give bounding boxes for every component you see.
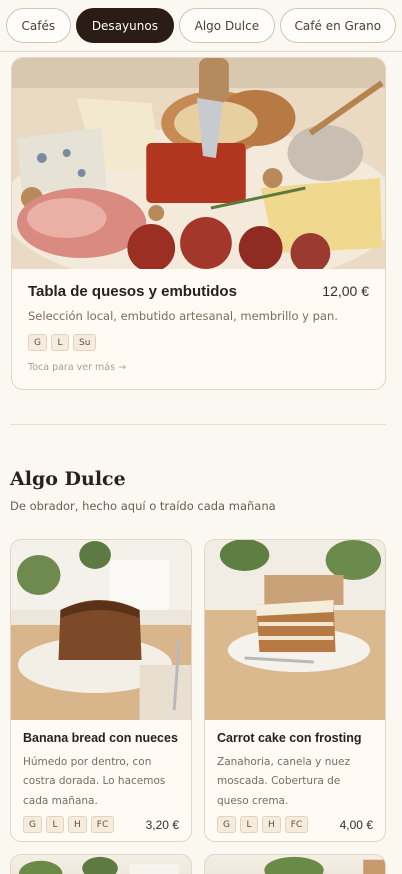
featured-product-info: Tabla de quesos y embutidos 12,00 € Sele… (12, 269, 385, 373)
tab-cafe-en-grano[interactable]: Café en Grano (279, 8, 396, 43)
tab-desayunos[interactable]: Desayunos (75, 8, 175, 43)
product-card-partial[interactable] (10, 854, 192, 874)
allergen-tag: Su (72, 334, 97, 351)
product-price: 3,20 € (145, 817, 179, 832)
product-title: Tabla de quesos y embutidos (28, 283, 237, 300)
tab-cafes[interactable]: Cafés (6, 8, 71, 43)
allergen-tag: H (67, 816, 87, 833)
allergen-tag: FC (90, 816, 115, 833)
section-subtitle: De obrador, hecho aquí o traído cada mañ… (10, 499, 276, 513)
product-price: 12,00 € (322, 283, 369, 299)
product-description: Húmedo por dentro, con costra dorada. Lo… (23, 756, 166, 807)
product-photo-cheese-board (12, 58, 385, 269)
featured-product-card[interactable]: Tabla de quesos y embutidos 12,00 € Sele… (11, 57, 386, 390)
allergen-tags: G L H FC (217, 816, 309, 833)
product-card-carrot-cake[interactable]: Carrot cake con frosting Zanahoria, cane… (204, 539, 386, 842)
product-description: Zanahoria, canela y nuez moscada. Cobert… (217, 756, 350, 807)
tab-algo-dulce[interactable]: Algo Dulce (179, 8, 275, 43)
product-card-partial[interactable] (204, 854, 386, 874)
product-photo-banana-bread (11, 540, 191, 720)
allergen-tag: G (217, 816, 236, 833)
section-title: Algo Dulce (10, 468, 126, 490)
tap-for-more-hint: Toca para ver más → (28, 362, 127, 373)
product-photo-carrot-cake (205, 540, 385, 720)
product-info: Banana bread con nueces Húmedo por dentr… (11, 720, 191, 841)
allergen-tag: L (239, 816, 258, 833)
product-card-banana-bread[interactable]: Banana bread con nueces Húmedo por dentr… (10, 539, 192, 842)
allergen-tag: L (45, 816, 64, 833)
allergen-tag: G (28, 334, 47, 351)
product-price: 4,00 € (339, 817, 373, 832)
section-divider (10, 424, 386, 425)
allergen-tag: G (23, 816, 42, 833)
allergen-tags: G L Su (28, 334, 369, 351)
allergen-tag: FC (284, 816, 309, 833)
allergen-tags: G L H FC (23, 816, 115, 833)
product-description: Selección local, embutido artesanal, mem… (28, 309, 338, 323)
product-title: Carrot cake con frosting (217, 731, 362, 745)
allergen-tag: L (50, 334, 69, 351)
allergen-tag: H (261, 816, 281, 833)
product-info: Carrot cake con frosting Zanahoria, cane… (205, 720, 385, 841)
category-tabs: Cafés Desayunos Algo Dulce Café en Grano (0, 0, 402, 52)
product-title: Banana bread con nueces (23, 731, 178, 745)
